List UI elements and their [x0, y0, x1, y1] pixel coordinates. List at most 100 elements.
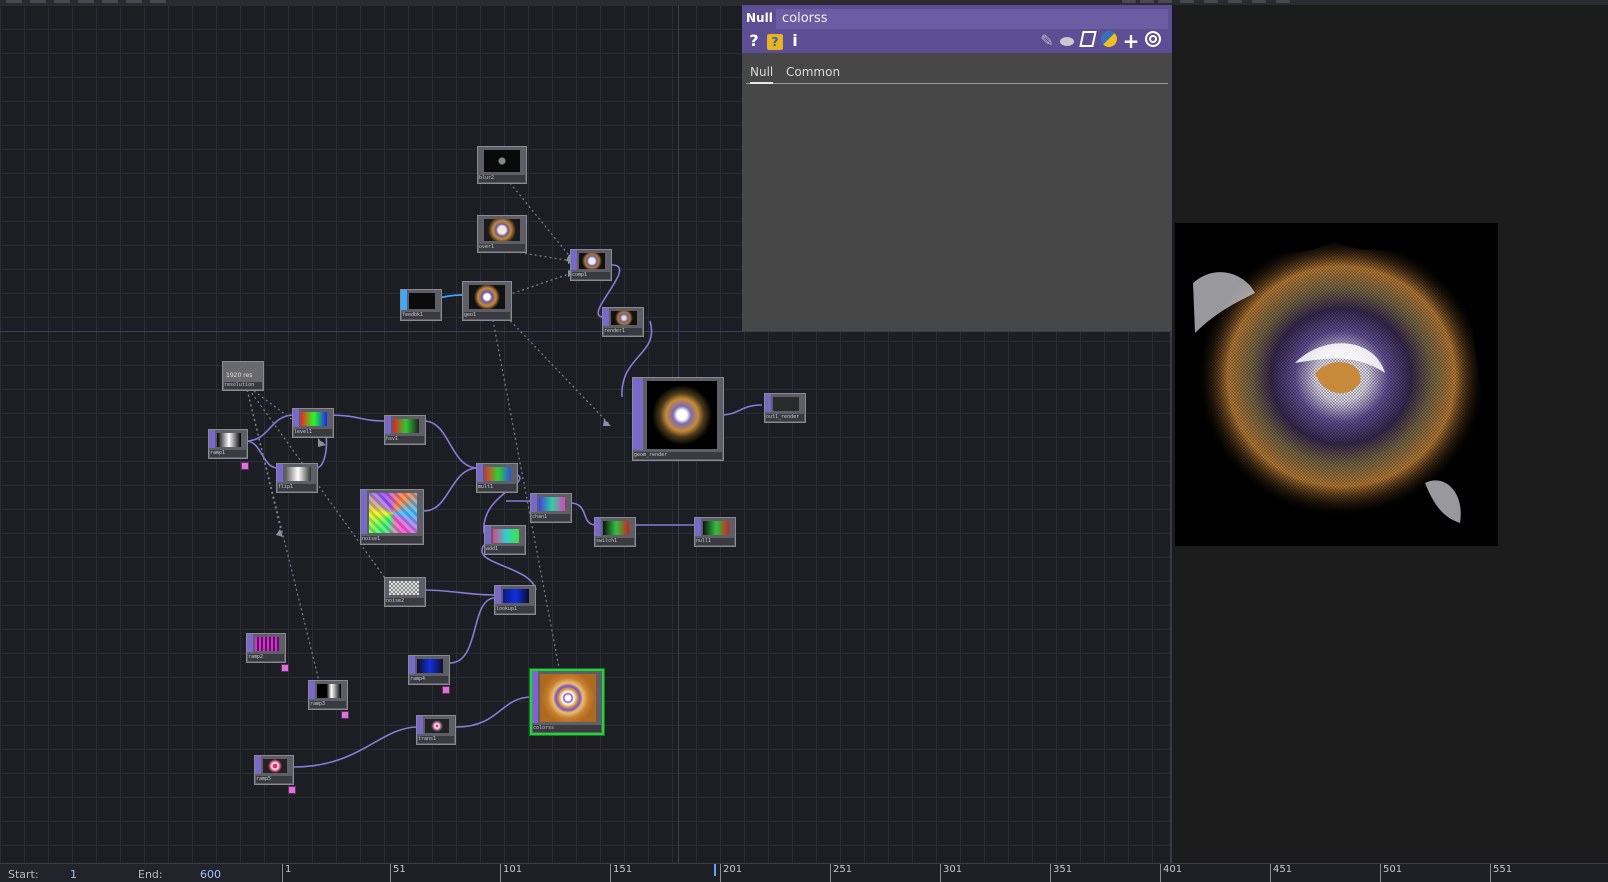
node-geom-render-viewer: [647, 381, 717, 449]
node-colorss-viewer: [540, 674, 596, 722]
node-ramp2[interactable]: ramp2: [246, 633, 286, 663]
parameter-panel: Null colorss ? ? i ✎ + Null Common: [742, 5, 1172, 331]
node-feedbk1[interactable]: feedbk1: [400, 289, 442, 321]
node-input-strip: [409, 656, 415, 674]
node-lookup1[interactable]: lookup1: [494, 585, 536, 615]
node-switch1[interactable]: switch1: [594, 517, 636, 547]
node-chan1[interactable]: chan1: [530, 493, 572, 523]
timeline-tick: 251: [830, 864, 852, 882]
node-ramp4-viewer: [417, 659, 443, 673]
node-comp1-viewer: [579, 253, 605, 269]
start-label: Start:: [8, 868, 39, 881]
clone-icon[interactable]: [1079, 31, 1097, 51]
edit-icon[interactable]: ✎: [1038, 31, 1056, 51]
node-lookup1-viewer: [503, 589, 529, 603]
node-label: ramp1: [210, 450, 246, 457]
node-over1-viewer: [484, 219, 520, 241]
node-flag: [281, 664, 289, 672]
node-hsv1[interactable]: hsv1: [384, 415, 426, 445]
node-label: lookup1: [496, 606, 534, 613]
node-label: flip1: [278, 484, 316, 491]
node-input-strip: [401, 290, 407, 310]
node-label: render1: [604, 328, 642, 335]
node-colorss[interactable]: colorss: [530, 669, 604, 735]
node-trans1-viewer: [425, 719, 449, 733]
node-null1-viewer: [703, 521, 729, 535]
timeline-range: Start: 1 End: 600: [0, 864, 280, 882]
timeline-playhead[interactable]: [714, 864, 716, 876]
node-add1[interactable]: add1: [484, 525, 526, 555]
node-ramp2-viewer: [255, 637, 279, 651]
node-input-strip: [477, 464, 483, 482]
timeline-tick: 201: [720, 864, 742, 882]
node-noise1[interactable]: noise1: [360, 489, 424, 545]
node-input-strip: [495, 586, 501, 604]
node-noise1-viewer: [369, 493, 417, 533]
node-trans1[interactable]: trans1: [416, 715, 456, 745]
timeline-tick: 551: [1490, 864, 1512, 882]
operator-type: Null: [746, 11, 773, 25]
parameter-tabs: Null Common: [746, 63, 1168, 84]
node-null1[interactable]: null1: [694, 517, 736, 547]
node-resolution[interactable]: 1920 res resolution: [222, 361, 264, 391]
node-input-strip: [531, 494, 537, 512]
node-geom-render[interactable]: geom_render: [632, 377, 724, 461]
node-render1-viewer: [611, 311, 637, 325]
node-add1-viewer: [493, 529, 519, 543]
node-ramp1[interactable]: ramp1: [208, 429, 248, 459]
node-flip1[interactable]: flip1: [276, 463, 318, 493]
node-flag: [341, 711, 349, 719]
node-input-strip: [765, 394, 771, 412]
operator-name-field[interactable]: colorss: [776, 9, 1168, 29]
timeline-tick: 401: [1160, 864, 1182, 882]
node-label: switch1: [596, 538, 634, 545]
node-level1[interactable]: level1: [292, 408, 334, 438]
node-label: trans1: [418, 736, 454, 743]
node-ramp3[interactable]: ramp3: [308, 680, 348, 710]
node-render1[interactable]: render1: [602, 307, 644, 337]
node-input-strip: [532, 671, 538, 723]
node-ramp5[interactable]: ramp5: [254, 755, 294, 785]
help-icon[interactable]: ?: [746, 31, 762, 51]
node-input-strip: [309, 681, 315, 699]
node-blur2[interactable]: blur2: [477, 146, 527, 184]
node-input-strip: [417, 716, 423, 734]
node-ramp4[interactable]: ramp4: [408, 655, 450, 685]
node-chan1-viewer: [539, 497, 565, 511]
node-geo1[interactable]: geo1: [462, 281, 512, 321]
node-label: ramp3: [310, 701, 346, 708]
node-flag: [442, 686, 450, 694]
python-icon[interactable]: [1100, 31, 1118, 51]
end-label: End:: [138, 868, 163, 881]
node-flip1-viewer: [285, 467, 311, 481]
node-input-strip: [695, 518, 701, 536]
add-icon[interactable]: +: [1122, 31, 1140, 51]
info-icon[interactable]: i: [788, 31, 802, 51]
node-input-strip: [247, 634, 253, 652]
target-icon[interactable]: [1144, 31, 1162, 51]
node-flag: [241, 462, 249, 470]
resolution-text: 1920 res: [226, 372, 253, 379]
render-viewer-pane[interactable]: [1175, 5, 1608, 863]
node-comp1[interactable]: comp1: [570, 249, 612, 281]
node-over1[interactable]: over1: [477, 215, 527, 253]
timeline-bar[interactable]: Start: 1 End: 600 1 51 101 151 201 251 3…: [0, 863, 1608, 882]
node-out1-render[interactable]: out1_render: [764, 393, 806, 423]
tab-null[interactable]: Null: [750, 65, 774, 84]
node-input-strip: [361, 490, 367, 534]
start-field[interactable]: 1: [70, 868, 77, 881]
node-input-strip: [277, 464, 283, 482]
node-label: ramp2: [248, 654, 284, 661]
node-noise2[interactable]: noise2: [384, 577, 426, 607]
python-help-icon[interactable]: ?: [766, 31, 784, 51]
timeline-ruler[interactable]: 1 51 101 151 201 251 301 351 401 451 501…: [282, 864, 1608, 882]
node-label: hsv1: [386, 436, 424, 443]
comment-icon[interactable]: [1058, 31, 1076, 51]
end-field[interactable]: 600: [200, 868, 221, 881]
node-blur2-viewer: [484, 150, 520, 172]
node-noise2-viewer: [389, 581, 419, 595]
node-mult1[interactable]: mult1: [476, 463, 518, 493]
tab-common[interactable]: Common: [786, 65, 840, 79]
node-input-strip: [571, 250, 577, 270]
node-switch1-viewer: [603, 521, 629, 535]
